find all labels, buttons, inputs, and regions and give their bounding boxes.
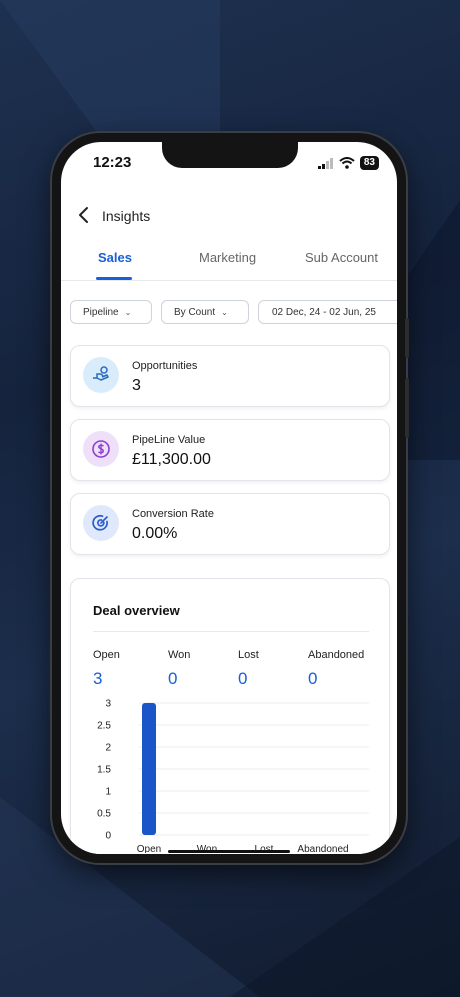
metric-value: 3 xyxy=(132,377,141,394)
count-dropdown-label: By Count xyxy=(174,306,216,318)
pipeline-dropdown[interactable]: Pipeline ⌄ xyxy=(70,300,152,324)
count-dropdown[interactable]: By Count ⌄ xyxy=(161,300,249,324)
y-tick-label: 1.5 xyxy=(97,765,111,776)
stat-value-open: 3 xyxy=(93,669,103,688)
stat-label-abandoned: Abandoned xyxy=(308,649,365,661)
stat-value-lost: 0 xyxy=(238,669,248,688)
tab-sub-account[interactable]: Sub Account xyxy=(305,250,378,265)
metric-card-conversion-rate: Conversion Rate 0.00% xyxy=(70,493,390,555)
phone-frame: 12:23 83 Insights Sales Marketing Sub Ac… xyxy=(52,133,409,863)
status-time: 12:23 xyxy=(93,154,132,171)
tab-sales[interactable]: Sales xyxy=(98,250,132,265)
deal-bar-chart: 00.511.522.53Open Won Lost Abandoned xyxy=(97,699,369,853)
home-indicator[interactable] xyxy=(168,850,290,853)
y-tick-label: 3 xyxy=(105,699,111,710)
tab-marketing[interactable]: Marketing xyxy=(199,250,256,265)
divider xyxy=(93,631,369,632)
chart-bar-open[interactable] xyxy=(142,703,156,835)
date-range-label: 02 Dec, 24 - 02 Jun, 25 xyxy=(272,306,376,318)
battery-indicator: 83 xyxy=(359,156,379,170)
active-tab-indicator xyxy=(96,277,132,280)
metric-label: Conversion Rate xyxy=(132,508,214,520)
pipeline-dropdown-label: Pipeline xyxy=(83,306,119,318)
metric-label: Opportunities xyxy=(132,360,198,372)
x-tick-label: Open xyxy=(137,844,161,853)
status-icons: 83 xyxy=(317,156,379,170)
hand-money-icon xyxy=(83,357,119,393)
target-icon xyxy=(83,505,119,541)
x-tick-label: Abandoned xyxy=(297,844,348,853)
metric-value: 0.00% xyxy=(132,525,178,542)
filter-row: Pipeline ⌄ By Count ⌄ 02 Dec, 24 - 02 Ju… xyxy=(70,300,397,326)
dollar-circle-icon xyxy=(83,431,119,467)
metric-card-opportunities: Opportunities 3 xyxy=(70,345,390,407)
phone-notch xyxy=(162,142,298,168)
metric-value: £11,300.00 xyxy=(132,451,211,468)
tab-bar: Sales Marketing Sub Account xyxy=(61,238,397,281)
y-tick-label: 0.5 xyxy=(97,809,111,820)
date-range-picker[interactable]: 02 Dec, 24 - 02 Jun, 25 xyxy=(258,300,397,324)
y-tick-label: 0 xyxy=(105,831,111,842)
wifi-icon xyxy=(339,157,355,169)
deal-overview-card: Deal overview Open 3 Won 0 Lost 0 Abando… xyxy=(70,578,390,854)
metric-label: PipeLine Value xyxy=(132,434,206,446)
chevron-down-icon: ⌄ xyxy=(221,307,228,317)
deal-overview-title: Deal overview xyxy=(93,603,180,618)
back-arrow-icon[interactable] xyxy=(73,204,95,226)
phone-side-button xyxy=(405,378,409,438)
app-screen: 12:23 83 Insights Sales Marketing Sub Ac… xyxy=(61,142,397,854)
app-header: Insights xyxy=(61,194,397,238)
y-tick-label: 2.5 xyxy=(97,721,111,732)
y-tick-label: 2 xyxy=(105,743,111,754)
phone-side-button xyxy=(405,318,409,358)
y-tick-label: 1 xyxy=(105,787,111,798)
page-title: Insights xyxy=(102,208,151,224)
chevron-down-icon: ⌄ xyxy=(124,307,132,317)
stat-label-open: Open xyxy=(93,649,120,661)
stat-value-won: 0 xyxy=(168,669,178,688)
stat-label-won: Won xyxy=(168,649,191,661)
signal-icon xyxy=(317,157,333,169)
metric-card-pipeline-value: PipeLine Value £11,300.00 xyxy=(70,419,390,481)
stat-label-lost: Lost xyxy=(238,649,259,661)
stat-value-abandoned: 0 xyxy=(308,669,318,688)
